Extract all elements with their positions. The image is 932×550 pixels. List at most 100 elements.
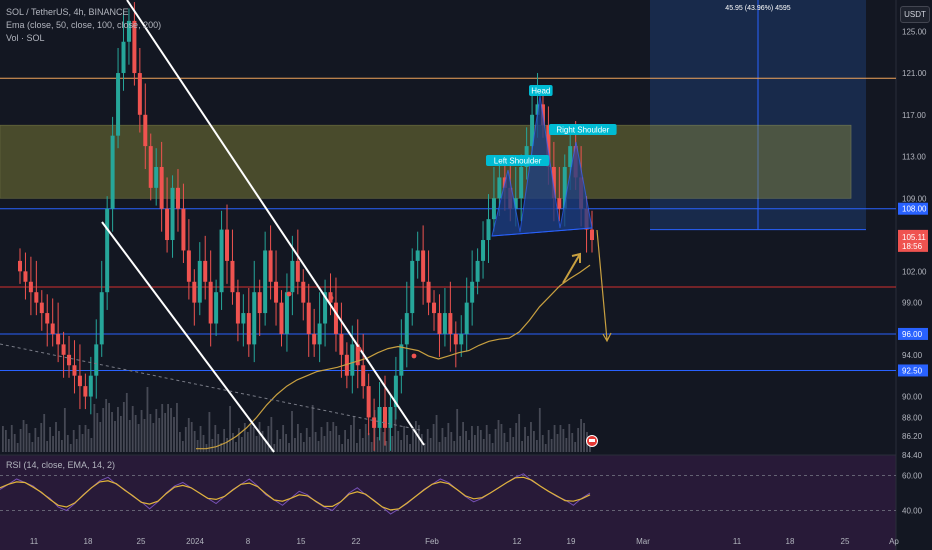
candle-body: [339, 333, 344, 355]
volume-bar: [164, 413, 167, 452]
volume-bar: [13, 434, 16, 452]
volume-bar: [99, 422, 102, 452]
volume-bar: [432, 424, 435, 452]
volume-legend: Vol · SOL: [6, 33, 45, 43]
volume-bar: [524, 427, 526, 452]
volume-bar: [571, 433, 574, 452]
volume-bar: [341, 444, 344, 452]
volume-bar: [577, 428, 580, 452]
y-tick-label: 125.00: [902, 27, 927, 36]
x-tick-label: 8: [246, 537, 251, 546]
volume-bar: [527, 436, 529, 452]
volume-bar: [415, 421, 417, 452]
volume-bar: [4, 430, 7, 452]
volume-bar: [276, 430, 279, 452]
volume-bar: [506, 442, 509, 452]
candle-body: [590, 229, 594, 241]
volume-bar: [125, 393, 128, 452]
volume-bar: [471, 426, 473, 452]
candle-body: [432, 302, 437, 314]
candle-body: [18, 260, 22, 272]
candle-body: [45, 313, 50, 324]
currency-button[interactable]: USDT: [900, 6, 930, 23]
volume-bar: [426, 429, 429, 452]
volume-bar: [131, 406, 134, 452]
volume-bar: [450, 432, 453, 452]
volume-bar: [412, 430, 414, 452]
candle-body: [77, 375, 82, 387]
projection-label: 45.95 (43.96%) 4595: [725, 5, 790, 12]
volume-bar: [497, 420, 500, 452]
volume-bar: [19, 429, 22, 452]
candle-body: [366, 386, 371, 418]
volume-bar: [34, 428, 37, 452]
volume-bar: [155, 409, 158, 452]
candle-body: [268, 250, 273, 282]
volume-bar: [184, 427, 187, 452]
volume-bar: [353, 416, 355, 452]
volume-bar: [25, 424, 28, 452]
volume-bar: [338, 435, 341, 452]
volume-bar: [243, 423, 246, 452]
candle-body: [67, 354, 72, 366]
candle-body: [99, 292, 104, 345]
candle-body: [410, 260, 415, 314]
volume-bar: [347, 439, 349, 452]
candle-body: [464, 302, 469, 334]
volume-bar: [491, 443, 494, 452]
volume-bar: [462, 422, 464, 452]
volume-bar: [356, 443, 358, 452]
candle-body: [453, 333, 458, 345]
volume-bar: [326, 422, 329, 452]
volume-bar: [521, 441, 523, 452]
chart-canvas[interactable]: 45.95 (43.96%) 4595 Left Shoulder Head Rig…: [0, 0, 932, 550]
candle-body: [50, 323, 55, 334]
volume-bar: [117, 407, 119, 452]
volume-bar: [465, 431, 467, 452]
candle-body: [312, 333, 317, 345]
candle-body: [214, 292, 219, 324]
y-tick-label: 94.00: [902, 351, 923, 360]
candle-body: [252, 292, 257, 345]
candle-body: [197, 260, 202, 303]
volume-bar: [61, 440, 63, 452]
volume-bar: [87, 429, 90, 452]
volume-bar: [226, 438, 228, 452]
volume-bar: [252, 427, 255, 452]
volume-bar: [146, 387, 149, 452]
candle-body: [235, 292, 240, 324]
volume-bar: [294, 438, 296, 452]
ema-legend: Ema (close, 50, close, 100, close, 200): [6, 20, 162, 30]
x-tick-label: 11: [733, 537, 742, 546]
candle-body: [301, 281, 306, 303]
rsi-legend: RSI (14, close, EMA, 14, 2): [6, 460, 116, 470]
candle-body: [377, 406, 382, 428]
candle-body: [372, 417, 377, 428]
candle-body: [557, 198, 562, 209]
volume-bar: [255, 436, 258, 452]
volume-bar: [479, 430, 482, 452]
rsi-tick-label: 40.00: [902, 507, 923, 516]
x-tick-label: 2024: [186, 537, 204, 546]
pattern-label: Head: [531, 87, 550, 96]
candle-body: [284, 292, 289, 334]
candle-body: [497, 177, 502, 199]
candle-body: [317, 323, 322, 345]
volume-bar: [488, 434, 491, 452]
volume-bar: [544, 444, 547, 452]
candle-body: [88, 375, 93, 397]
x-tick-label: 18: [786, 537, 795, 546]
volume-bar: [403, 426, 405, 452]
volume-bar: [211, 439, 214, 452]
volume-bar: [541, 435, 544, 452]
volume-bar: [530, 422, 532, 452]
candle-body: [28, 281, 33, 293]
volume-bar: [299, 433, 302, 452]
y-tick-label: 121.00: [902, 69, 927, 78]
volume-bar: [382, 432, 385, 452]
volume-bar: [364, 424, 367, 452]
candle-body: [148, 146, 153, 188]
volume-bar: [538, 408, 541, 452]
volume-bar: [385, 441, 388, 452]
candle-body: [437, 313, 442, 334]
